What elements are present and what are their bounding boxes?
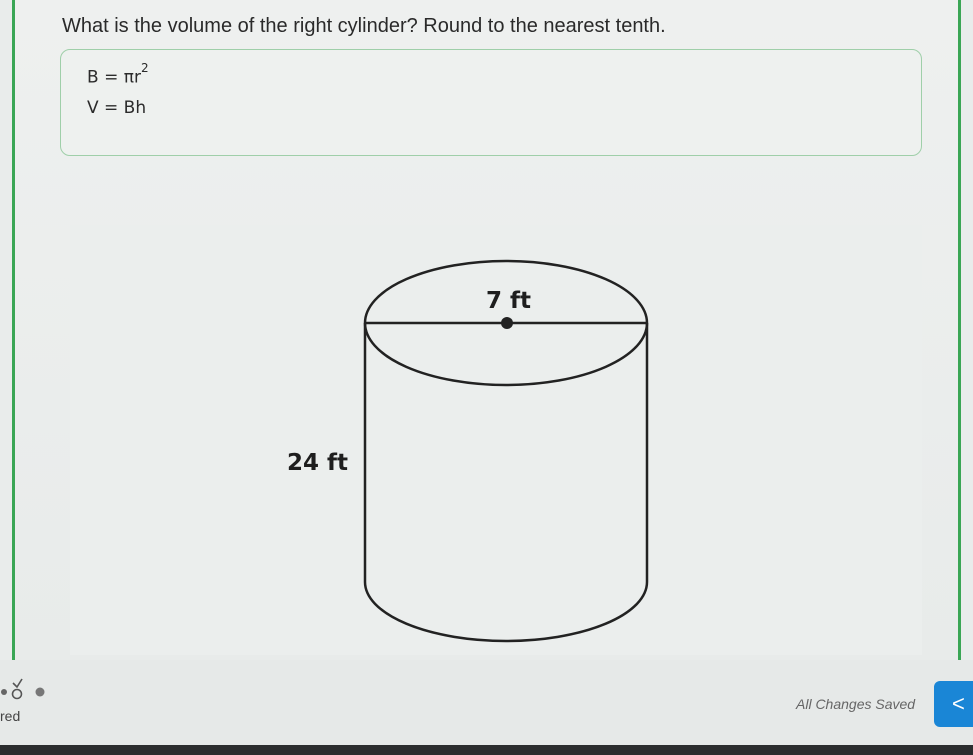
chevron-left-icon: <: [952, 691, 965, 716]
center-point: [501, 317, 513, 329]
check-icon: [12, 678, 23, 689]
back-button[interactable]: <: [934, 681, 973, 727]
dot-right-icon: [35, 687, 45, 697]
status-label: red: [0, 708, 21, 724]
ring-icon: [11, 688, 23, 700]
cylinder-figure: 7 ft 24 ft: [287, 259, 649, 643]
cylinder-bottom-edge: [363, 581, 649, 643]
screen-bottom-edge: [0, 745, 973, 755]
status-icons: [1, 678, 45, 700]
dot-left-icon: [1, 689, 7, 695]
save-status: All Changes Saved: [796, 696, 916, 712]
height-label: 24 ft: [287, 450, 348, 476]
diameter-label: 7 ft: [486, 288, 531, 314]
